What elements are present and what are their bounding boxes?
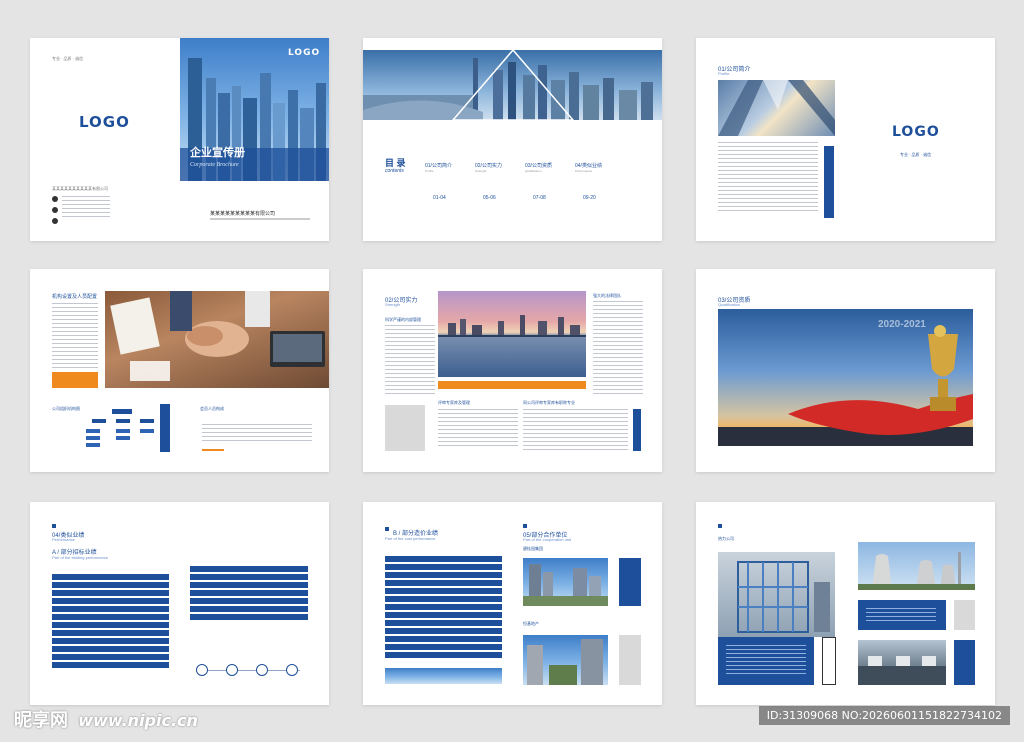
plant-equipment-image [718,552,835,637]
qual-page: 03/公司资质 Qualification 2020-2021 [696,269,995,472]
contact-company: 某某某某某某某某某某有限公司 [52,186,108,191]
clients-panel-text-2 [866,608,936,622]
cover-logo-left: LOGO [79,113,130,131]
cover-page: 专业 · 品质 · 诚信 LOGO 某某某某某某某某某某有限公司 LOGO 企业… [30,38,329,241]
coop2-label: 恒基地产 [523,621,539,626]
toc-item[interactable]: 01/公司简介 Profile 01-04 [425,162,480,201]
org-page: 机构设置及人员配置 公司组织机构图 会员人员构成 [30,269,329,472]
perf-list-right [190,566,308,622]
coop1-blue-block [619,558,641,606]
strength-section-en: Strength [385,302,401,307]
toc-city-banner [363,50,662,120]
perf-sub-en: Part of the bidding performance [52,555,109,560]
perf-page: 04/类似业绩 Performance A / 部分招标业绩 Part of t… [30,502,329,705]
coop2-image [523,635,608,685]
coop-marker [523,524,527,528]
qual-section-en: Qualification [718,302,741,307]
clients-blue-panel-2 [858,600,946,630]
toc-title-en: contents [385,168,404,174]
strength-sub1: 科学严谨的内部管理 [385,317,421,322]
org-blue-bar [160,404,170,452]
cover-tag: 专业 · 品质 · 诚信 [52,56,84,61]
coop-title-en: Part of the cooperation unit [523,537,572,542]
timeline-node [226,664,238,676]
watermark-site: 昵享网 www.nipic.cn [14,710,198,731]
perf2-list [385,556,502,660]
qual-year: 2020-2021 [878,319,926,330]
strength-sub4: 同公司评审专家库有职称专业 [523,400,575,405]
cover-company-en [210,218,310,220]
perf2-sub-en: Part of the cost performance [385,536,436,541]
perf2-bottom-image [385,668,502,684]
org-heading: 机构设置及人员配置 [52,294,98,300]
cooling-towers-image [858,542,975,590]
cover-logo-right: LOGO [288,48,321,58]
clients-blue-bar [954,640,975,685]
intro-blue-bar [824,146,834,218]
cover-title-en: Corporate Brochure [190,162,239,168]
coop1-image [523,558,608,606]
strength-gray-block [385,405,425,451]
cover-city-image: LOGO 企业宣传册 Corporate Brochure [180,38,329,181]
org-chart-label: 公司组织机构图 [52,406,80,411]
contact-icons [52,196,58,224]
lake-city-image [438,291,586,377]
perf-section-en: Performance [52,537,75,542]
strength-sub2: 强大的法律团队 [593,293,621,298]
perf-marker [52,524,56,528]
members-label: 会员人员构成 [200,406,224,411]
intro-text [718,142,818,212]
timeline-node [286,664,298,676]
contact-lines [62,196,110,218]
trophy-image: 2020-2021 [718,309,973,446]
clients-heading: 热力公司 [718,536,734,541]
members-underline [202,449,224,451]
perf2-marker [385,527,389,531]
contents-page: 目 录 contents 01/公司简介 Profile 01-04 02/公司… [363,38,662,241]
coop1-label: 碧桂园集团 [523,546,543,551]
toc-item[interactable]: 03/公司资质 Qualification 07-08 [525,162,580,201]
intro-logo: LOGO [892,124,940,140]
intro-building-image [718,80,835,136]
org-text [52,303,98,369]
teamwork-image [105,291,329,388]
strength-orange-bar [438,381,586,389]
strength-text3 [438,409,518,449]
clients-blue-panel [718,637,814,685]
intro-tag: 专业 · 品质 · 诚信 [900,152,932,157]
org-orange-block [52,372,98,388]
clients-panel-text [726,645,806,675]
strength-text2 [593,301,643,397]
cover-company: 某某某某某某某某某有限公司 [210,211,276,217]
timeline-node [196,664,208,676]
intro-section-en: Profile [718,71,730,76]
intro-page: 01/公司简介 Profile LOGO 专业 · 品质 · 诚信 [696,38,995,241]
wechat-icon [52,207,58,213]
strength-page: 02/公司实力 Strength 科学严谨的内部管理 强大的法律团队 评审专家库… [363,269,662,472]
perf-timeline [200,670,300,671]
clients-marker [718,524,722,528]
strength-text1 [385,325,435,395]
phone-icon [52,196,58,202]
strength-blue-bar [633,409,641,451]
timeline-node [256,664,268,676]
org-chart [86,409,154,447]
perf-list-left [52,574,169,670]
perf2-page: B / 部分造价业绩 Part of the cost performance … [363,502,662,705]
toc-item[interactable]: 04/类似业绩 Performance 09-20 [575,162,630,201]
clients-page: 热力公司 [696,502,995,705]
location-icon [52,218,58,224]
clients-outline-box [822,637,836,685]
office-image [858,640,946,685]
strength-text4 [523,409,628,453]
members-stats [202,424,312,442]
toc-item[interactable]: 02/公司实力 Strength 05-06 [475,162,530,201]
cover-title: 企业宣传册 [190,147,245,159]
watermark-id: ID:31309068 NO:20260601151822734102 [758,706,1010,725]
coop2-gray-block [619,635,641,685]
strength-sub3: 评审专家库及管理 [438,400,470,405]
clients-gray-block [954,600,975,630]
